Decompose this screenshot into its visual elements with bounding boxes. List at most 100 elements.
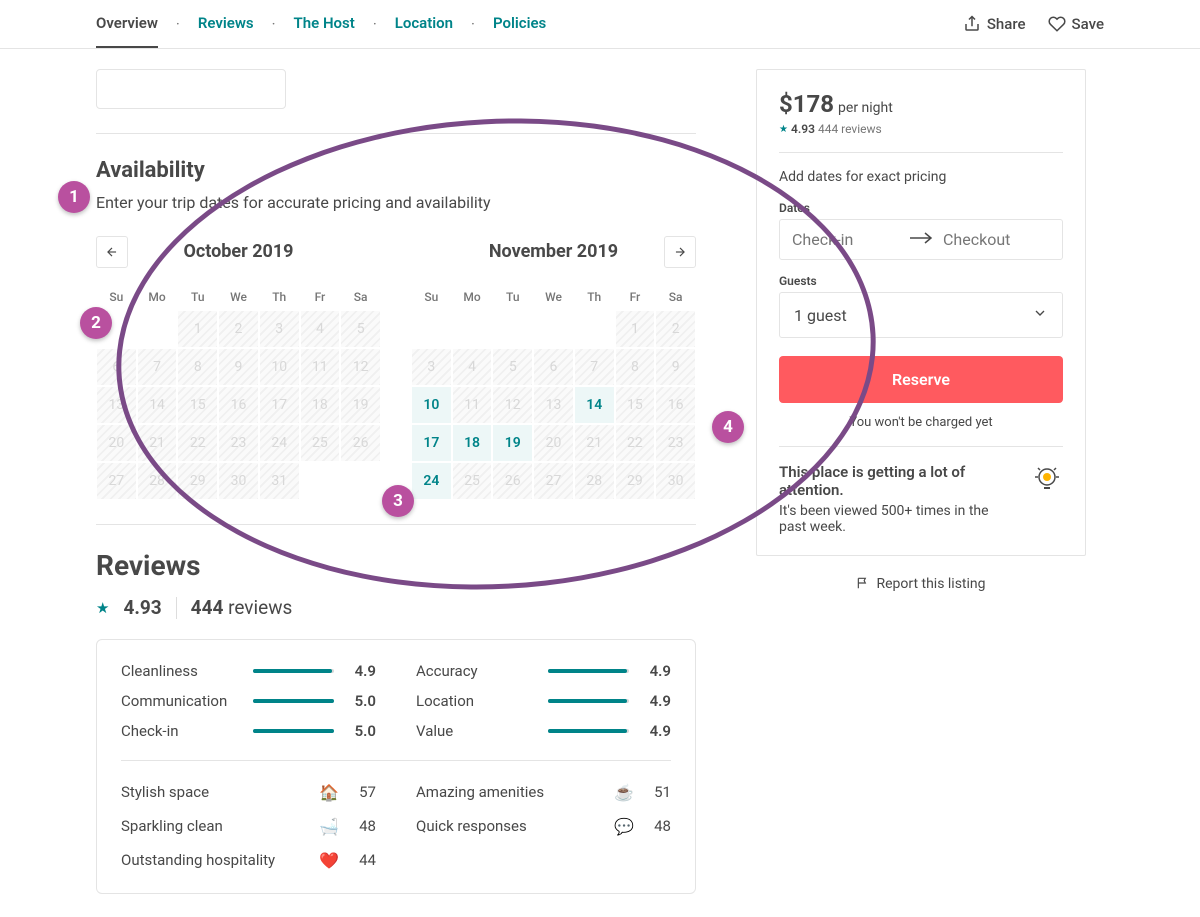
calendar-day: 17 (259, 386, 300, 424)
calendar-prev-button[interactable] (96, 236, 128, 268)
calendar-day: 22 (177, 424, 218, 462)
lightbulb-icon (1031, 463, 1063, 499)
calendar-day: 19 (340, 386, 381, 424)
tab-policies[interactable]: Policies (493, 0, 546, 48)
reviews-title: Reviews (96, 549, 696, 582)
calendar-day: 28 (574, 462, 615, 500)
calendar-day: 9 (655, 348, 696, 386)
star-icon: ★ (779, 124, 788, 135)
calendar-day: 16 (655, 386, 696, 424)
calendar-dow: Mo (452, 284, 493, 310)
calendar-day: 3 (411, 348, 452, 386)
tab-the-host[interactable]: The Host (294, 0, 355, 48)
calendar-day: 2 (655, 310, 696, 348)
rating-number: 4.9 (641, 662, 671, 680)
share-icon (963, 15, 981, 33)
calendar-day: 25 (300, 424, 341, 462)
dates-label: Dates (779, 201, 1063, 215)
rating-bar (253, 699, 334, 703)
rating-row: Location 4.9 (416, 692, 671, 710)
flag-icon (856, 576, 870, 594)
calendar-next-button[interactable] (664, 236, 696, 268)
dates-input[interactable]: Check-in Checkout (779, 219, 1063, 260)
no-charge-note: You won't be charged yet (779, 415, 1063, 430)
arrow-right-icon (673, 245, 687, 259)
rating-number: 4.9 (641, 692, 671, 710)
badge-icon: ❤️ (318, 849, 340, 871)
calendar-day: 30 (218, 462, 259, 500)
availability-subtitle: Enter your trip dates for accurate prici… (96, 193, 696, 212)
calendar-day: 22 (615, 424, 656, 462)
rating-number: 5.0 (346, 722, 376, 740)
calendar-day[interactable]: 17 (411, 424, 452, 462)
calendar-day[interactable]: 24 (411, 462, 452, 500)
tab-location[interactable]: Location (395, 0, 453, 48)
calendar-day: 10 (259, 348, 300, 386)
calendar-day: 18 (300, 386, 341, 424)
calendar-dow: We (533, 284, 574, 310)
save-button[interactable]: Save (1048, 15, 1104, 33)
review-count: 444 (191, 596, 224, 619)
calendar-day: 13 (533, 386, 574, 424)
calendar-day: 11 (452, 386, 493, 424)
guests-select[interactable]: 1 guest (779, 292, 1063, 338)
calendar-day: 6 (96, 348, 137, 386)
calendar-day: 27 (96, 462, 137, 500)
annotation-marker-4: 4 (712, 411, 744, 443)
badge-icon: 🛁 (318, 815, 340, 837)
arrow-left-icon (105, 245, 119, 259)
calendar-day[interactable]: 18 (452, 424, 493, 462)
review-badge: Stylish space 🏠 57 (121, 781, 376, 803)
calendar-grid: SuMoTuWeThFrSa12345678910111213141516171… (411, 284, 696, 500)
arrow-right-icon (909, 230, 933, 249)
rating-row: Communication 5.0 (121, 692, 376, 710)
review-count-label: reviews (228, 596, 292, 619)
calendar-dow: Sa (655, 284, 696, 310)
calendar-day-empty (137, 310, 178, 348)
rating-number: 4.9 (346, 662, 376, 680)
heart-icon (1048, 15, 1066, 33)
calendar-day: 8 (615, 348, 656, 386)
report-listing-link[interactable]: Report this listing (756, 576, 1086, 594)
calendar-month: October 2019SuMoTuWeThFrSa12345678910111… (96, 236, 381, 500)
calendar-day: 23 (218, 424, 259, 462)
review-badge: Amazing amenities ☕ 51 (416, 781, 671, 803)
calendar-day[interactable]: 19 (492, 424, 533, 462)
badge-icon: ☕ (613, 781, 635, 803)
calendar-day: 6 (533, 348, 574, 386)
rating-bar (253, 729, 334, 733)
calendar-dow: Fr (615, 284, 656, 310)
reserve-button[interactable]: Reserve (779, 356, 1063, 403)
chevron-down-icon (1032, 305, 1048, 325)
calendar-dow: Tu (492, 284, 533, 310)
annotation-marker-1: 1 (58, 181, 90, 213)
calendar-day[interactable]: 14 (574, 386, 615, 424)
tab-reviews[interactable]: Reviews (198, 0, 254, 48)
calendar-day-empty (452, 310, 493, 348)
card-rating-count: 444 reviews (818, 122, 882, 136)
share-button[interactable]: Share (963, 15, 1026, 33)
rating-number: 4.9 (641, 722, 671, 740)
calendar-day: 12 (492, 386, 533, 424)
rating-value: 4.93 (123, 596, 161, 619)
calendar-day[interactable]: 10 (411, 386, 452, 424)
calendar-day: 5 (492, 348, 533, 386)
attention-heading: This place is getting a lot of attention… (779, 463, 1019, 499)
calendar-day: 20 (533, 424, 574, 462)
badge-label: Outstanding hospitality (121, 851, 308, 869)
badge-count: 51 (645, 783, 671, 801)
divider-vertical (176, 597, 177, 619)
calendar-day: 20 (96, 424, 137, 462)
rating-row: Cleanliness 4.9 (121, 662, 376, 680)
calendar-day: 23 (655, 424, 696, 462)
rating-row: Accuracy 4.9 (416, 662, 671, 680)
rating-label: Accuracy (416, 662, 536, 680)
calendar-day: 2 (218, 310, 259, 348)
tab-overview[interactable]: Overview (96, 0, 158, 48)
badge-label: Quick responses (416, 817, 603, 835)
guests-value: 1 guest (794, 306, 847, 325)
overall-rating: ★ 4.93 444 reviews (96, 596, 696, 619)
review-badge: Quick responses 💬 48 (416, 815, 671, 837)
save-label: Save (1072, 15, 1104, 33)
calendar-day: 30 (655, 462, 696, 500)
